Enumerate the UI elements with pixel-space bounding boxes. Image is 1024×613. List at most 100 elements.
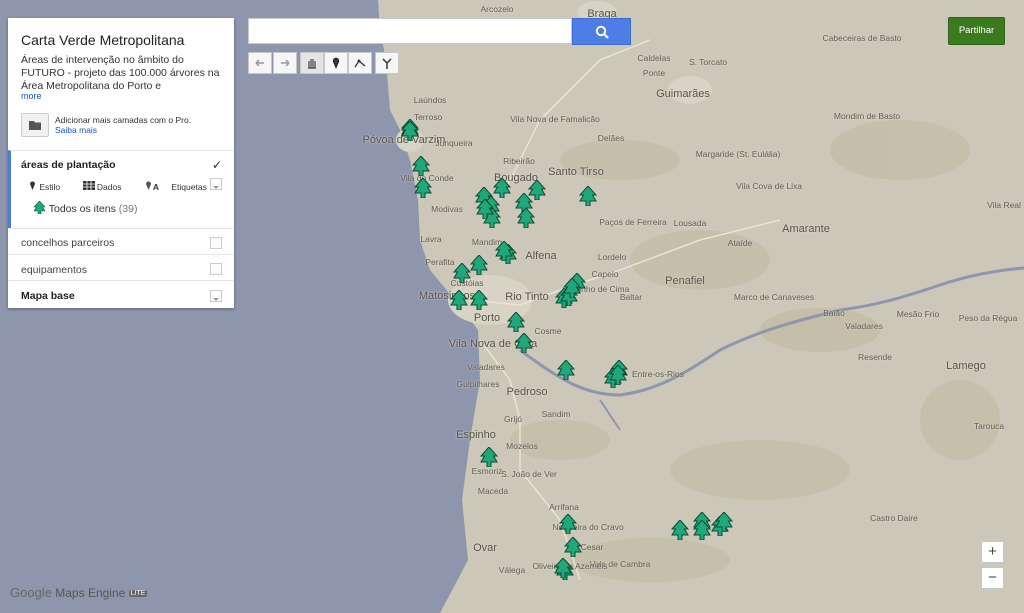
search-input[interactable] bbox=[255, 20, 559, 44]
map-title[interactable]: Carta Verde Metropolitana bbox=[21, 32, 184, 48]
place-label: Entre-os-Rios bbox=[632, 369, 684, 379]
place-label: Margaride (St. Eulália) bbox=[695, 149, 781, 159]
tree-marker[interactable] bbox=[715, 512, 733, 532]
place-label: Mozelos bbox=[506, 441, 538, 451]
place-label: Lordelo bbox=[597, 252, 627, 262]
undo-icon bbox=[255, 59, 264, 67]
tree-marker[interactable] bbox=[470, 255, 488, 275]
tree-marker[interactable] bbox=[507, 312, 525, 332]
search-icon bbox=[595, 25, 609, 39]
place-label: Lavra bbox=[420, 234, 442, 244]
all-items-row[interactable]: Todos os itens (39) bbox=[33, 200, 137, 215]
tree-marker[interactable] bbox=[495, 241, 513, 261]
tree-marker[interactable] bbox=[554, 558, 572, 578]
more-link[interactable]: more bbox=[21, 91, 42, 101]
tree-marker[interactable] bbox=[414, 178, 432, 198]
layer-name: concelhos parceiros bbox=[21, 237, 115, 249]
add-layer-button[interactable] bbox=[21, 113, 49, 137]
place-label: Penafiel bbox=[665, 275, 705, 287]
pan-tool-button[interactable] bbox=[300, 52, 324, 74]
tree-icon bbox=[609, 365, 627, 385]
search-box[interactable] bbox=[248, 18, 572, 44]
tree-marker[interactable] bbox=[693, 520, 711, 540]
labels-label: Etiquetas bbox=[171, 182, 207, 192]
tree-marker[interactable] bbox=[671, 520, 689, 540]
place-label: S. João de Ver bbox=[501, 469, 557, 479]
place-label: Pedroso bbox=[506, 386, 548, 398]
layer-tools: Estilo Dados A Etiquetas bbox=[28, 180, 227, 192]
tree-marker[interactable] bbox=[450, 290, 468, 310]
tree-marker[interactable] bbox=[563, 278, 581, 298]
place-label: Amarante bbox=[782, 223, 830, 235]
place-label: Maceda bbox=[477, 486, 509, 496]
map-description: Áreas de intervenção no âmbito do FUTURO… bbox=[21, 54, 220, 92]
place-label: Ataíde bbox=[727, 238, 753, 248]
line-icon bbox=[354, 59, 366, 68]
zoom-in-button[interactable]: + bbox=[981, 541, 1004, 563]
labels-tool[interactable]: A Etiquetas bbox=[144, 181, 217, 192]
layer-areas-plantacao[interactable]: áreas de plantação ✓ Estilo Dados A Etiq… bbox=[8, 150, 234, 229]
tree-marker[interactable] bbox=[517, 208, 535, 228]
redo-button[interactable] bbox=[273, 52, 297, 74]
tree-marker[interactable] bbox=[564, 537, 582, 557]
place-label: Modivas bbox=[431, 204, 463, 214]
tree-marker[interactable] bbox=[609, 365, 627, 385]
maps-engine-logo: Google Maps Engine LITE bbox=[10, 585, 148, 600]
tree-marker[interactable] bbox=[412, 156, 430, 176]
place-label: Válega bbox=[498, 565, 526, 575]
layer-visibility-checkbox[interactable] bbox=[210, 263, 222, 275]
add-marker-button[interactable] bbox=[324, 52, 348, 74]
tree-icon bbox=[33, 200, 46, 215]
place-label: Valadares bbox=[845, 321, 883, 331]
place-label: Ponte bbox=[642, 68, 666, 78]
tree-icon bbox=[564, 537, 582, 557]
layer-visibility-checkbox[interactable]: ✓ bbox=[212, 159, 222, 171]
data-label: Dados bbox=[96, 182, 122, 192]
layer-concelhos-parceiros[interactable]: concelhos parceiros bbox=[8, 228, 234, 255]
tree-marker[interactable] bbox=[401, 121, 419, 141]
tree-icon bbox=[693, 520, 711, 540]
tree-marker[interactable] bbox=[453, 263, 471, 283]
tree-marker[interactable] bbox=[493, 178, 511, 198]
table-icon bbox=[82, 181, 95, 190]
layer-visibility-checkbox[interactable] bbox=[210, 237, 222, 249]
tree-icon bbox=[507, 312, 525, 332]
zoom-out-button[interactable]: − bbox=[981, 567, 1004, 589]
place-label: Ovar bbox=[473, 542, 497, 554]
tree-marker[interactable] bbox=[480, 447, 498, 467]
place-label: Ribeirão bbox=[503, 156, 535, 166]
tree-marker[interactable] bbox=[476, 199, 494, 219]
share-button[interactable]: Partilhar bbox=[948, 17, 1005, 45]
tree-icon bbox=[450, 290, 468, 310]
style-icon bbox=[30, 181, 35, 190]
data-tool[interactable]: Dados bbox=[82, 181, 132, 192]
search-button[interactable] bbox=[572, 18, 631, 45]
tree-marker[interactable] bbox=[557, 360, 575, 380]
tree-icon bbox=[493, 178, 511, 198]
undo-button[interactable] bbox=[248, 52, 272, 74]
place-label: Junqueira bbox=[435, 138, 473, 148]
directions-button[interactable] bbox=[375, 52, 399, 74]
style-tool[interactable]: Estilo bbox=[28, 181, 70, 192]
place-label: Porto bbox=[473, 312, 501, 324]
tree-marker[interactable] bbox=[470, 290, 488, 310]
learn-more-link[interactable]: Saiba mais bbox=[55, 125, 191, 135]
place-label: Guimarães bbox=[656, 88, 710, 100]
tree-icon bbox=[476, 199, 494, 219]
place-label: Vila Real bbox=[987, 200, 1021, 210]
place-label: Espinho bbox=[456, 429, 496, 441]
draw-line-button[interactable] bbox=[348, 52, 372, 74]
place-label: Baltar bbox=[619, 292, 643, 302]
tree-marker[interactable] bbox=[515, 333, 533, 353]
place-label: Rio Tinto bbox=[505, 291, 549, 303]
place-label: Marco de Canaveses bbox=[733, 292, 815, 302]
layer-equipamentos[interactable]: equipamentos bbox=[8, 254, 234, 281]
place-label: Baião bbox=[823, 308, 845, 318]
layer-name: equipamentos bbox=[21, 264, 87, 276]
tree-icon bbox=[579, 186, 597, 206]
tree-marker[interactable] bbox=[559, 514, 577, 534]
google-logo: Google bbox=[10, 585, 52, 600]
base-map-dropdown[interactable] bbox=[210, 290, 222, 302]
tree-marker[interactable] bbox=[579, 186, 597, 206]
layer-mapa-base[interactable]: Mapa base bbox=[8, 280, 234, 309]
